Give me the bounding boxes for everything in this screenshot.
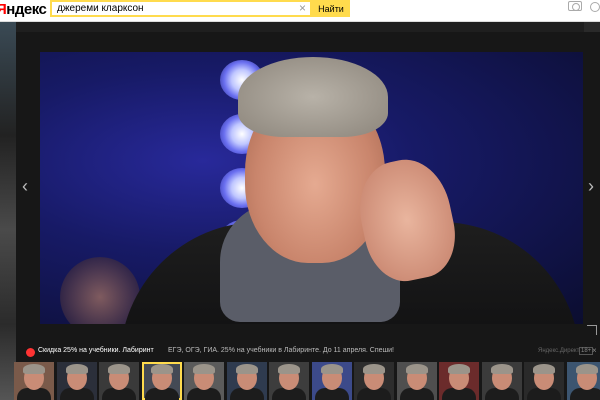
clear-icon[interactable]: × xyxy=(299,1,306,15)
search-header: Яндекс × Найти xyxy=(0,0,600,22)
thumbnail-hair xyxy=(575,364,598,374)
thumbnail[interactable] xyxy=(14,362,54,400)
prev-image-icon[interactable]: ‹ xyxy=(22,176,28,196)
ad-title[interactable]: Скидка 25% на учебники. Лабиринт xyxy=(38,347,154,354)
search-box: × xyxy=(50,0,312,17)
ad-line[interactable]: Скидка 25% на учебники. Лабиринт ЕГЭ, ОГ… xyxy=(26,346,600,360)
next-image-icon[interactable]: › xyxy=(588,176,594,196)
ad-source: Яндекс.Директ xyxy=(538,348,580,354)
yandex-logo[interactable]: Яндекс xyxy=(0,1,47,18)
thumbnail[interactable] xyxy=(141,362,182,400)
thumbnail-hair xyxy=(65,364,88,374)
user-icon[interactable] xyxy=(590,2,600,12)
thumbnail-hair xyxy=(490,364,513,374)
thumbnail-hair xyxy=(363,364,385,374)
fullscreen-icon[interactable] xyxy=(587,325,597,335)
thumbnail[interactable] xyxy=(269,362,309,400)
thumbnail[interactable] xyxy=(566,362,600,400)
background-page-left xyxy=(0,22,16,400)
thumbnail-hair xyxy=(533,364,555,374)
thumbnail-hair xyxy=(405,364,428,374)
ad-logo-icon xyxy=(26,348,35,357)
thumbnail[interactable] xyxy=(226,362,267,400)
thumbnail-hair xyxy=(108,364,130,374)
thumbnail[interactable] xyxy=(439,362,479,400)
camera-icon[interactable] xyxy=(568,1,582,11)
main-image[interactable] xyxy=(40,52,583,324)
thumbnail[interactable] xyxy=(396,362,437,400)
ad-text[interactable]: ЕГЭ, ОГЭ, ГИА. 25% на учебники в Лабирин… xyxy=(168,347,394,354)
close-icon[interactable]: × xyxy=(592,346,597,355)
thumbnail[interactable] xyxy=(311,362,352,400)
thumbnail[interactable] xyxy=(481,362,522,400)
thumbnail[interactable] xyxy=(56,362,97,400)
thumbnail[interactable] xyxy=(184,362,224,400)
thumbnail[interactable] xyxy=(354,362,394,400)
search-input[interactable] xyxy=(57,2,287,15)
yandex-images-viewer: Яндекс × Найти ‹ › Скидка 25% на учебник… xyxy=(0,0,600,400)
logo-rest: ндекс xyxy=(6,1,47,18)
search-button[interactable]: Найти xyxy=(312,0,350,17)
thumbnail-hair xyxy=(278,364,300,374)
thumbnail-hair xyxy=(193,364,215,374)
thumbnail[interactable] xyxy=(524,362,564,400)
thumbnail-hair xyxy=(150,364,173,374)
thumbnail-strip xyxy=(0,362,600,400)
thumbnail-hair xyxy=(448,364,470,374)
thumbnail-hair xyxy=(235,364,258,374)
thumbnail-hair xyxy=(320,364,343,374)
thumbnail[interactable] xyxy=(99,362,139,400)
thumbnail-hair xyxy=(23,364,45,374)
hair xyxy=(238,57,388,137)
